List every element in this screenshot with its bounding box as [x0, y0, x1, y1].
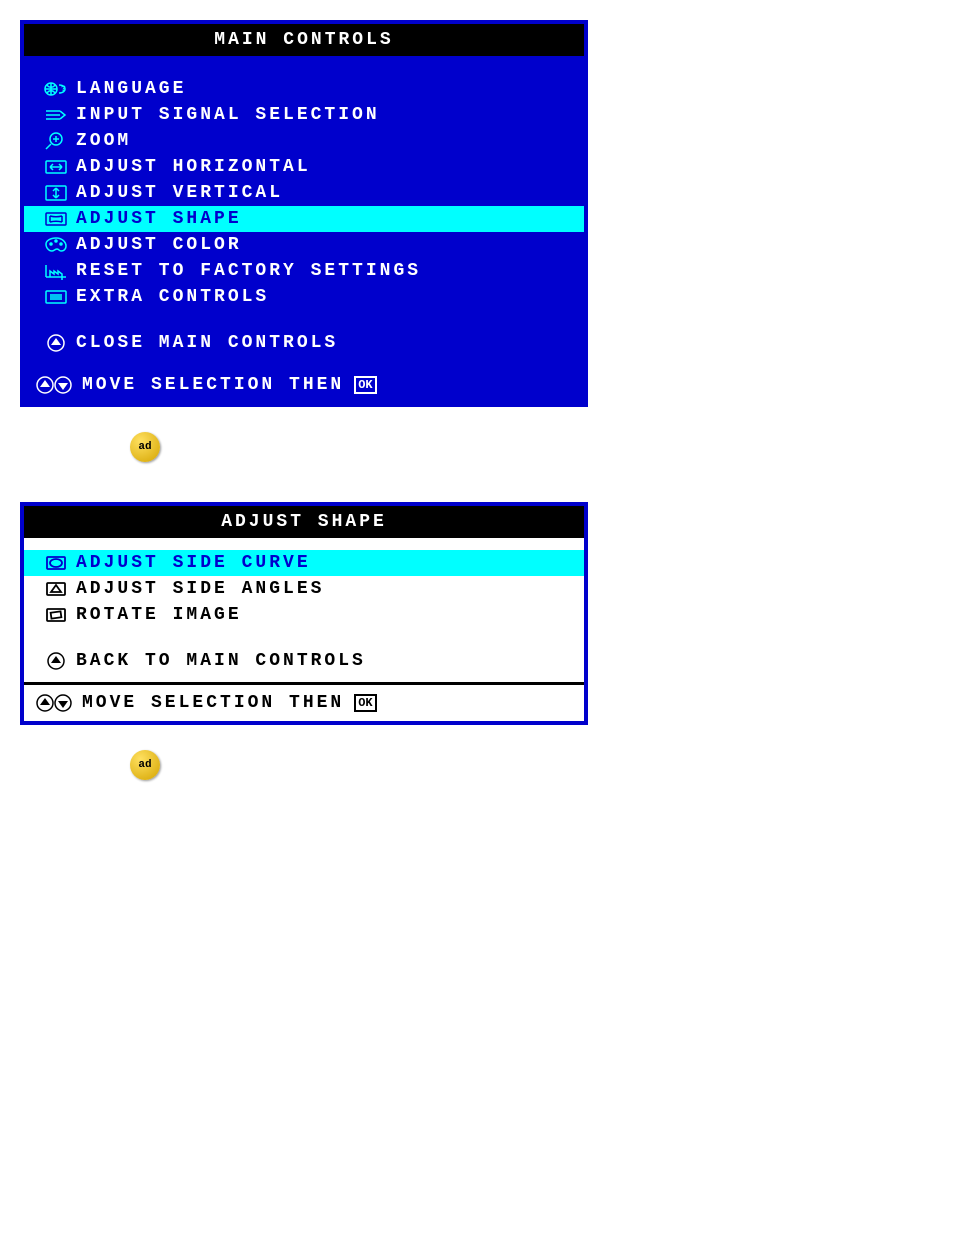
color-icon	[36, 235, 76, 255]
footer-text: MOVE SELECTION THEN	[82, 375, 344, 395]
ok-icon: OK	[354, 376, 376, 394]
menu-label: ADJUST COLOR	[76, 235, 242, 255]
menu-item-adjust-color[interactable]: ADJUST COLOR	[24, 232, 584, 258]
side-angles-icon	[36, 579, 76, 599]
menu-item-adjust-shape[interactable]: ADJUST SHAPE	[24, 206, 584, 232]
down-arrow-icon	[36, 651, 76, 671]
menu-item-factory-reset[interactable]: RESET TO FACTORY SETTINGS	[24, 258, 584, 284]
menu-item-adjust-horizontal[interactable]: ADJUST HORIZONTAL	[24, 154, 584, 180]
footer-text: MOVE SELECTION THEN	[82, 693, 344, 713]
menu-label: ADJUST VERTICAL	[76, 183, 283, 203]
menu-item-rotate-image[interactable]: ROTATE IMAGE	[24, 602, 584, 628]
menu-item-adjust-vertical[interactable]: ADJUST VERTICAL	[24, 180, 584, 206]
ok-button-physical[interactable]: ad	[130, 750, 160, 780]
menu-label: CLOSE MAIN CONTROLS	[76, 333, 338, 353]
ok-button-physical[interactable]: ad	[130, 432, 160, 462]
svg-text:?: ?	[61, 85, 69, 94]
side-curve-icon	[36, 553, 76, 573]
input-signal-icon	[36, 105, 76, 125]
shape-title: ADJUST SHAPE	[24, 506, 584, 538]
menu-label: ZOOM	[76, 131, 131, 151]
menu-label: EXTRA CONTROLS	[76, 287, 269, 307]
ok-icon: OK	[354, 694, 376, 712]
menu-label: RESET TO FACTORY SETTINGS	[76, 261, 421, 281]
menu-item-language[interactable]: ? LANGUAGE	[24, 76, 584, 102]
down-arrow-icon	[36, 333, 76, 353]
up-down-icon	[36, 375, 72, 395]
main-footer: MOVE SELECTION THEN OK	[24, 364, 584, 403]
shape-footer: MOVE SELECTION THEN OK	[24, 682, 584, 721]
menu-label: ADJUST SIDE ANGLES	[76, 579, 324, 599]
menu-item-zoom[interactable]: ZOOM	[24, 128, 584, 154]
menu-label: ADJUST SIDE CURVE	[76, 553, 311, 573]
menu-label: INPUT SIGNAL SELECTION	[76, 105, 380, 125]
menu-label: LANGUAGE	[76, 79, 186, 99]
extra-icon	[36, 287, 76, 307]
vertical-icon	[36, 183, 76, 203]
menu-item-input-signal[interactable]: INPUT SIGNAL SELECTION	[24, 102, 584, 128]
menu-item-close[interactable]: CLOSE MAIN CONTROLS	[24, 330, 584, 356]
horizontal-icon	[36, 157, 76, 177]
menu-item-side-angles[interactable]: ADJUST SIDE ANGLES	[24, 576, 584, 602]
shape-menu-body: ADJUST SIDE CURVE ADJUST SIDE ANGLES ROT…	[24, 538, 584, 682]
main-menu-body: ? LANGUAGE INPUT SIGNAL SELECTION ZOOM A…	[24, 56, 584, 364]
adjust-shape-panel: ADJUST SHAPE ADJUST SIDE CURVE ADJUST SI…	[20, 502, 588, 725]
factory-icon	[36, 261, 76, 281]
rotate-icon	[36, 605, 76, 625]
menu-label: ADJUST SHAPE	[76, 209, 242, 229]
menu-item-back[interactable]: BACK TO MAIN CONTROLS	[24, 648, 584, 674]
up-down-icon	[36, 693, 72, 713]
main-title: MAIN CONTROLS	[24, 24, 584, 56]
menu-item-side-curve[interactable]: ADJUST SIDE CURVE	[24, 550, 584, 576]
menu-item-extra-controls[interactable]: EXTRA CONTROLS	[24, 284, 584, 310]
shape-icon	[36, 209, 76, 229]
menu-label: ADJUST HORIZONTAL	[76, 157, 311, 177]
menu-label: BACK TO MAIN CONTROLS	[76, 651, 366, 671]
menu-label: ROTATE IMAGE	[76, 605, 242, 625]
zoom-icon	[36, 131, 76, 151]
language-icon: ?	[36, 79, 76, 99]
main-controls-panel: MAIN CONTROLS ? LANGUAGE INPUT SIGNAL SE…	[20, 20, 588, 407]
